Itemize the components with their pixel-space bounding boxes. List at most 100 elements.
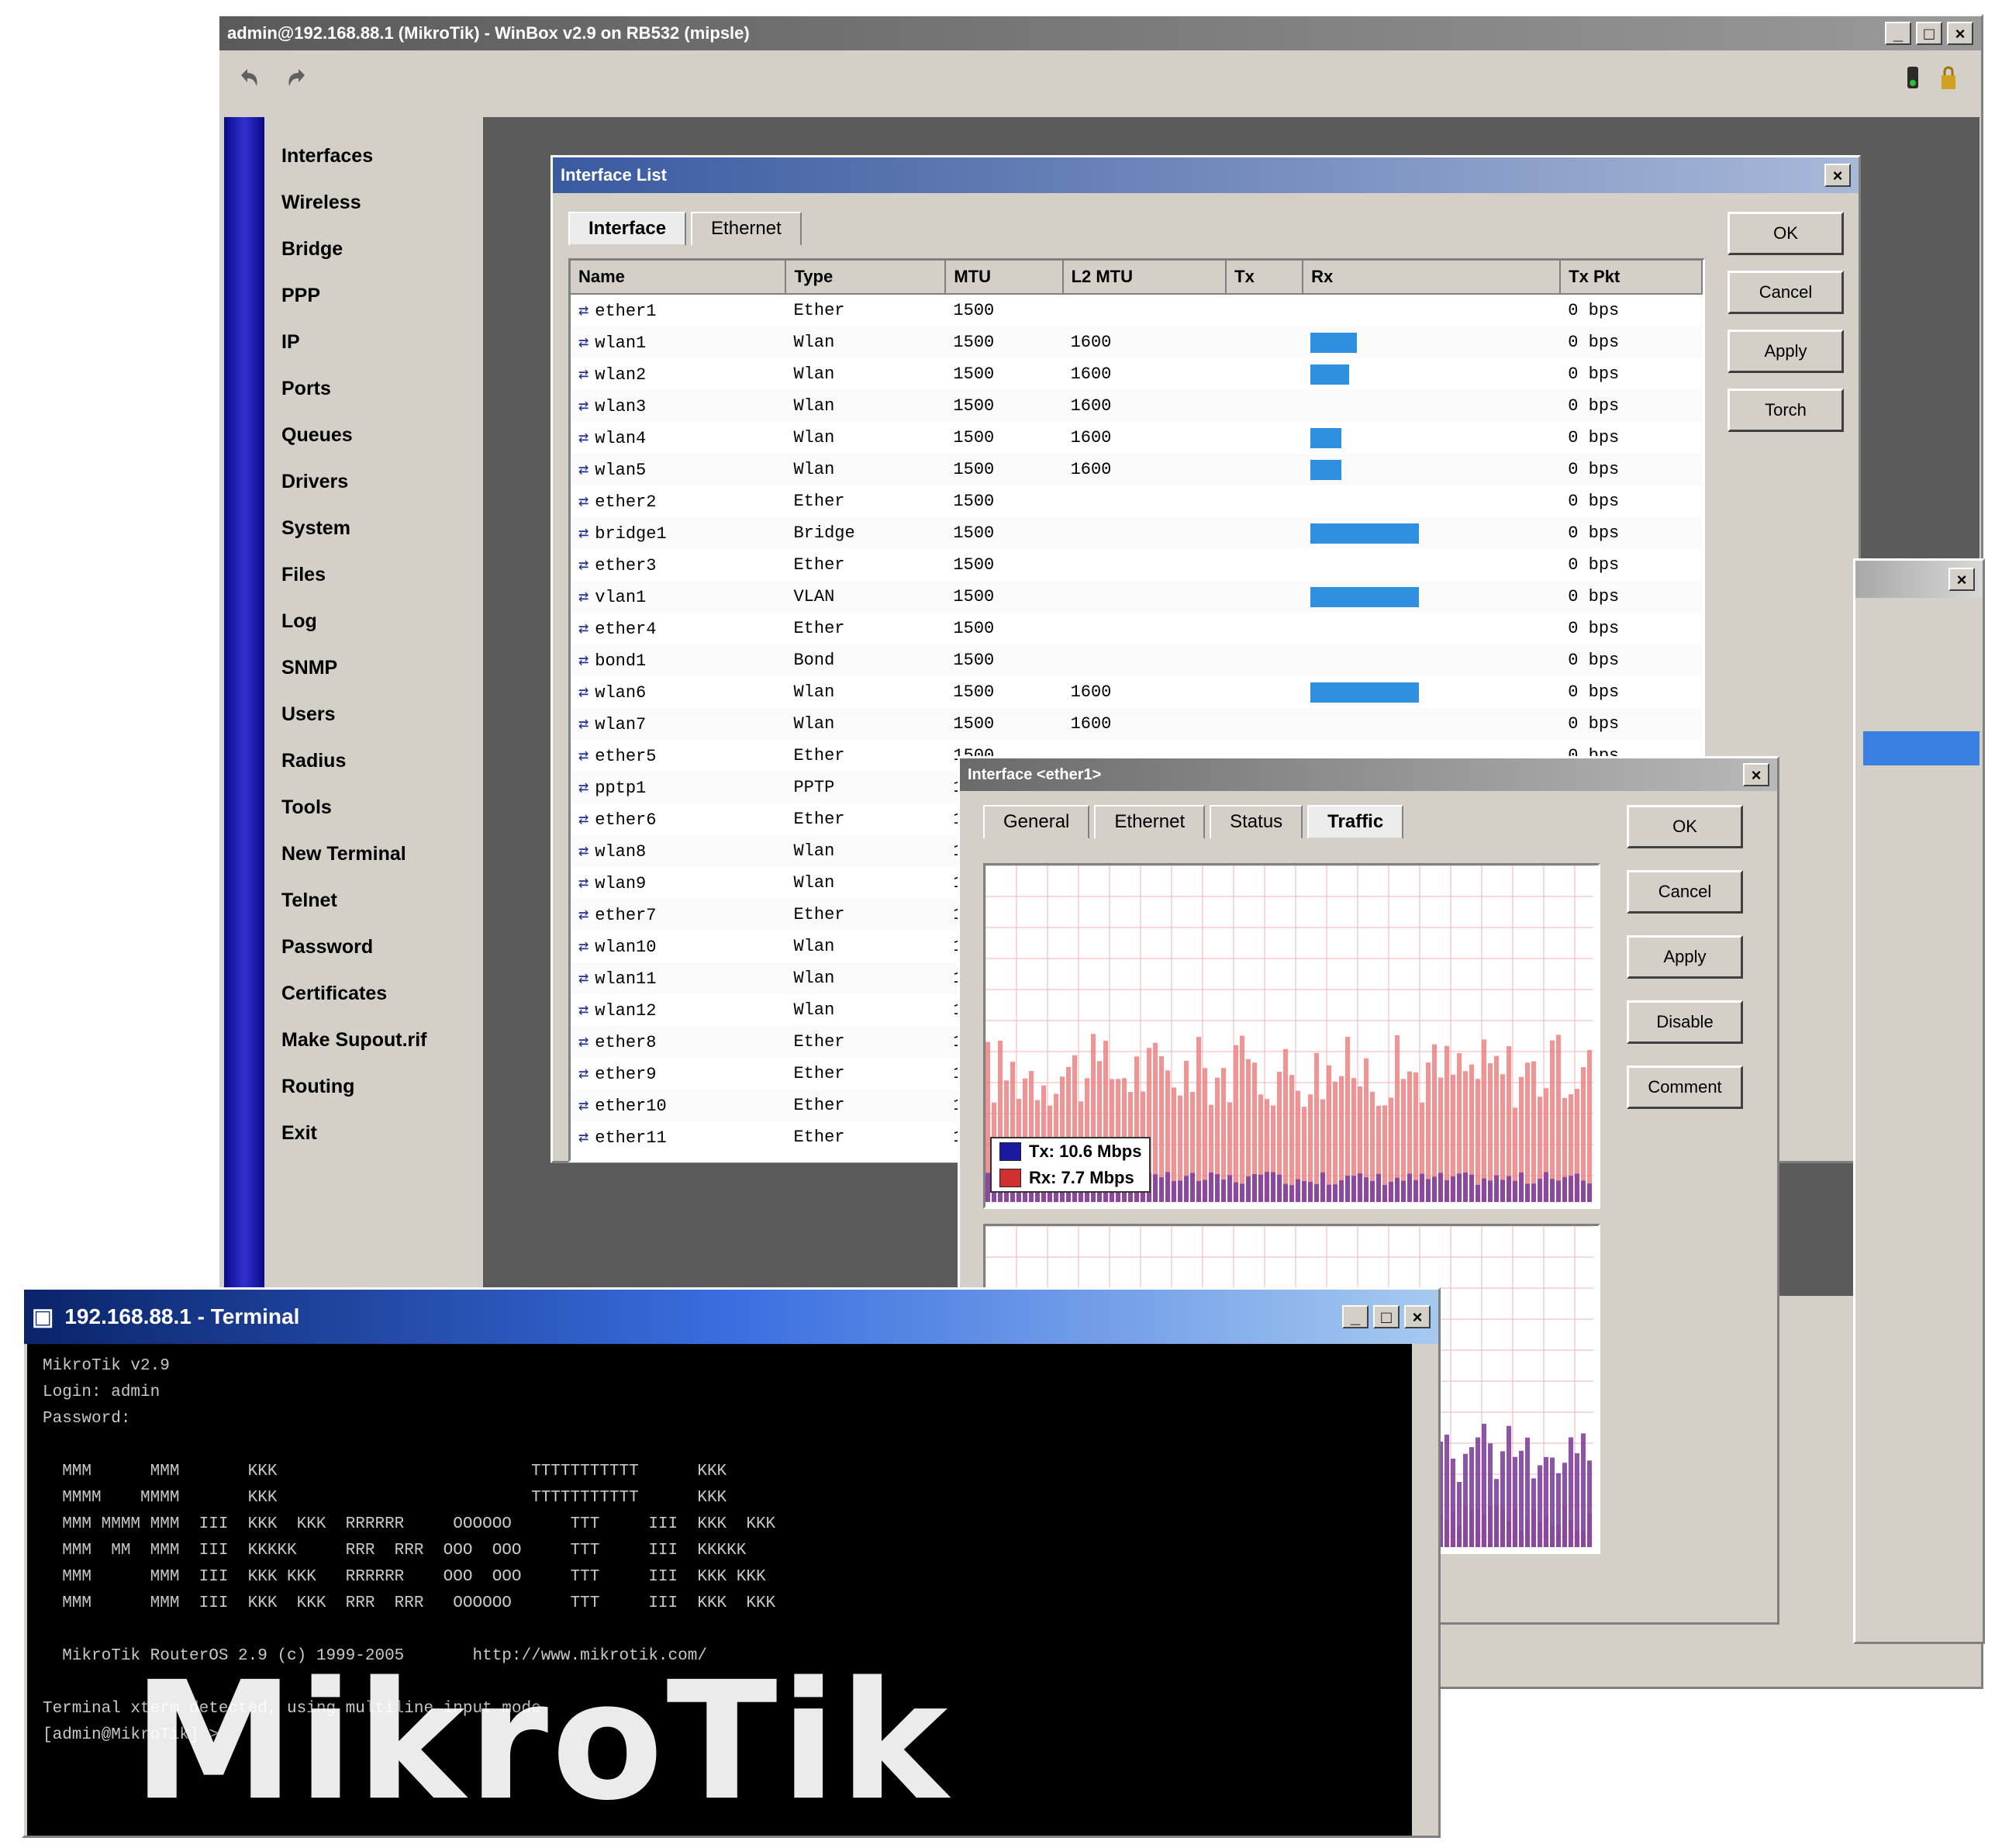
iface-type-cell: Wlan — [793, 1000, 835, 1020]
menu-item[interactable]: Routing▸ — [281, 1063, 514, 1110]
iface-name-cell: ⇄ wlan10 — [571, 931, 785, 962]
table-row[interactable]: ⇄ ether2 Ether 1500 0 bps — [571, 485, 1702, 517]
tab-general[interactable]: General — [983, 805, 1090, 839]
menu-item[interactable]: Bridge — [281, 226, 514, 272]
interface-icon: ⇄ — [578, 523, 589, 544]
column-header[interactable]: Name — [571, 261, 787, 295]
maximize-button[interactable]: □ — [1373, 1305, 1400, 1328]
iface-bar-cell — [1303, 581, 1561, 613]
torch-button[interactable]: Torch — [1728, 389, 1844, 432]
iface-name: wlan12 — [595, 1000, 657, 1021]
table-row[interactable]: ⇄ ether1 Ether 1500 0 bps — [571, 294, 1702, 326]
tab-ethernet[interactable]: Ethernet — [1094, 805, 1206, 839]
iface-name-cell: ⇄ ether3 — [571, 549, 785, 581]
maximize-button[interactable]: □ — [1916, 22, 1942, 45]
column-header[interactable]: Tx Pkt — [1560, 261, 1703, 295]
menu-item[interactable]: Password — [281, 924, 514, 970]
iface-name-cell: ⇄ ether1 — [571, 294, 785, 326]
tx-bar — [1153, 1174, 1158, 1202]
selected-row[interactable] — [1863, 731, 1979, 765]
apply-button[interactable]: Apply — [1627, 935, 1743, 979]
sidebar-menu: Interfaces Wireless Bridge PPP IP▸ Ports… — [281, 133, 514, 1156]
menu-item[interactable]: PPP — [281, 272, 514, 319]
column-header[interactable]: Tx — [1226, 261, 1304, 295]
tx-bar — [1209, 1172, 1213, 1202]
iface-name: pptp1 — [595, 778, 647, 798]
ok-button[interactable]: OK — [1627, 805, 1743, 848]
apply-button[interactable]: Apply — [1728, 330, 1844, 373]
redo-icon[interactable] — [285, 64, 311, 91]
table-row[interactable]: ⇄ wlan7 Wlan 1500 1600 0 bps — [571, 708, 1702, 740]
tab-interface[interactable]: Interface — [568, 212, 687, 246]
table-row[interactable]: ⇄ wlan6 Wlan 1500 1600 0 bps — [571, 676, 1702, 708]
menu-item[interactable]: Make Supout.rif — [281, 1017, 514, 1063]
cancel-button[interactable]: Cancel — [1728, 271, 1844, 314]
table-row[interactable]: ⇄ wlan1 Wlan 1500 1600 0 bps — [571, 326, 1702, 358]
tx-bar — [1500, 1180, 1505, 1202]
cancel-button[interactable]: Cancel — [1627, 870, 1743, 914]
column-header[interactable]: L2 MTU — [1062, 261, 1227, 295]
close-button[interactable]: × — [1404, 1305, 1431, 1328]
menu-item[interactable]: Files — [281, 551, 514, 598]
interface-icon: ⇄ — [578, 1064, 589, 1084]
interface-icon: ⇄ — [578, 587, 589, 607]
menu-item[interactable]: SNMP — [281, 644, 514, 691]
tx-bar — [1345, 1176, 1350, 1202]
table-row[interactable]: ⇄ wlan5 Wlan 1500 1600 0 bps — [571, 454, 1702, 485]
terminal-scrollbar[interactable] — [1412, 1344, 1437, 1836]
menu-item[interactable]: New Terminal — [281, 831, 514, 877]
column-header[interactable]: MTU — [945, 261, 1064, 295]
menu-item[interactable]: Exit — [281, 1110, 514, 1156]
table-row[interactable]: ⇄ ether3 Ether 1500 0 bps — [571, 549, 1702, 581]
comment-button[interactable]: Comment — [1627, 1066, 1743, 1109]
table-row[interactable]: ⇄ wlan3 Wlan 1500 1600 0 bps — [571, 390, 1702, 422]
menu-item[interactable]: System▸ — [281, 505, 514, 551]
column-header[interactable]: Rx — [1303, 261, 1562, 295]
iface-bar-cell — [1303, 613, 1560, 644]
undo-icon[interactable] — [235, 64, 261, 91]
table-row[interactable]: ⇄ wlan4 Wlan 1500 1600 0 bps — [571, 422, 1702, 454]
close-button[interactable]: × — [1947, 22, 1973, 45]
menu-item[interactable]: Drivers — [281, 458, 514, 505]
tab-traffic[interactable]: Traffic — [1307, 805, 1404, 839]
minimize-button[interactable]: _ — [1342, 1305, 1369, 1328]
column-header[interactable]: Type — [785, 261, 947, 295]
menu-item[interactable]: Interfaces — [281, 133, 514, 179]
close-button[interactable]: × — [1824, 164, 1851, 187]
menu-item[interactable]: Ports — [281, 365, 514, 412]
menu-item[interactable]: Radius — [281, 737, 514, 784]
table-row[interactable]: ⇄ vlan1 VLAN 1500 0 bps — [571, 581, 1702, 613]
tx-bar — [1413, 1180, 1418, 1202]
tx-bar — [1494, 1175, 1499, 1202]
table-row[interactable]: ⇄ wlan2 Wlan 1500 1600 0 bps — [571, 358, 1702, 390]
menu-item[interactable]: IP▸ — [281, 319, 514, 365]
side-window: × — [1853, 558, 1985, 1644]
iface-type-cell: Wlan — [785, 962, 946, 994]
iface-bar-cell — [1303, 644, 1561, 676]
iface-mtu-cell: 1500 — [945, 454, 1063, 485]
table-row[interactable]: ⇄ ether4 Ether 1500 0 bps — [571, 613, 1702, 644]
menu-item[interactable]: Wireless — [281, 179, 514, 226]
iface-name-cell: ⇄ wlan12 — [571, 994, 785, 1026]
traffic-titlebar: Interface <ether1> × — [960, 758, 1777, 791]
menu-item[interactable]: Certificates — [281, 970, 514, 1017]
tab-status[interactable]: Status — [1210, 805, 1303, 839]
tx-bar — [1215, 1174, 1220, 1202]
close-button[interactable]: × — [1948, 568, 1975, 591]
iface-name: wlan6 — [595, 682, 647, 703]
menu-item[interactable]: Users — [281, 691, 514, 737]
menu-label: Files — [281, 563, 326, 585]
minimize-button[interactable]: _ — [1885, 22, 1911, 45]
table-row[interactable]: ⇄ bridge1 Bridge 1500 0 bps — [571, 517, 1702, 549]
menu-item[interactable]: Log — [281, 598, 514, 644]
disable-button[interactable]: Disable — [1627, 1000, 1743, 1044]
menu-item[interactable]: Queues — [281, 412, 514, 458]
table-row[interactable]: ⇄ bond1 Bond 1500 0 bps — [571, 644, 1702, 676]
menu-item[interactable]: Tools▸ — [281, 784, 514, 831]
tx-bar — [1457, 1173, 1462, 1202]
tab-ethernet[interactable]: Ethernet — [691, 212, 802, 246]
iface-rx-cell: 0 bps — [1568, 492, 1620, 511]
close-button[interactable]: × — [1743, 763, 1769, 786]
ok-button[interactable]: OK — [1728, 212, 1844, 255]
menu-item[interactable]: Telnet — [281, 877, 514, 924]
